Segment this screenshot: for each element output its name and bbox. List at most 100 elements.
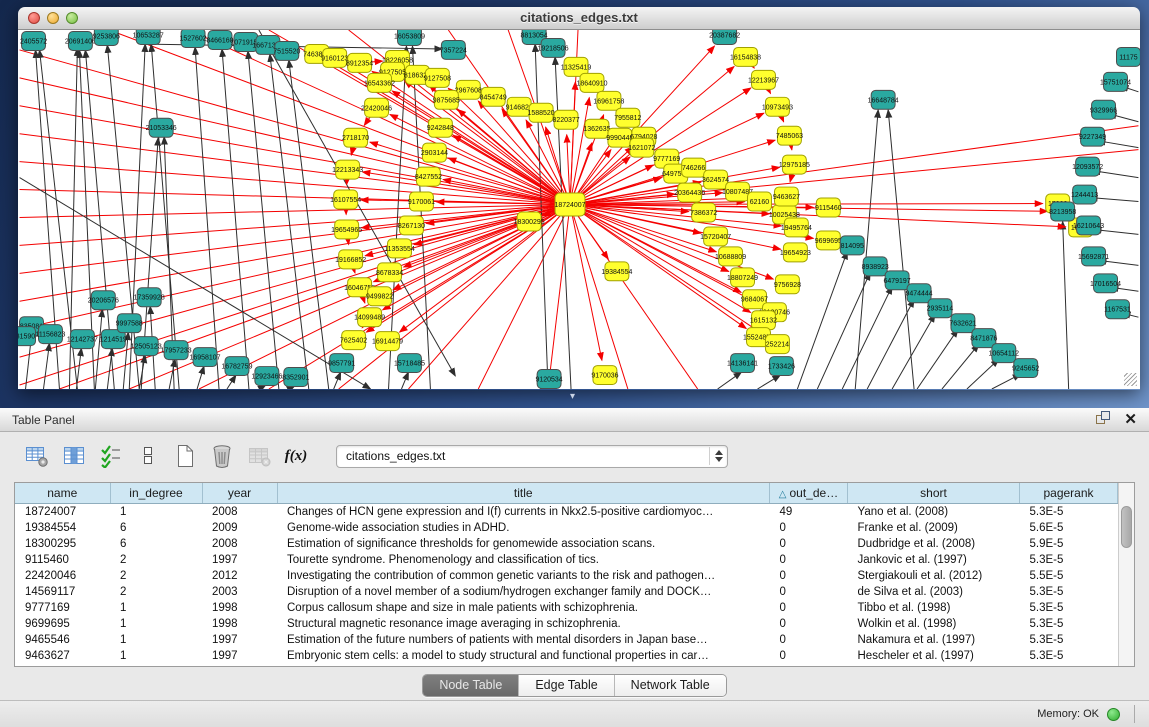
cell-year[interactable]: 2003 (202, 584, 277, 600)
network-node[interactable]: 10973493 (762, 97, 793, 116)
network-node[interactable]: 17016504 (1090, 274, 1121, 293)
network-edge[interactable] (20, 162, 570, 205)
cell-in_degree[interactable]: 1 (110, 503, 202, 520)
network-edge[interactable] (76, 348, 81, 389)
cell-in_degree[interactable]: 1 (110, 616, 202, 632)
cell-in_degree[interactable]: 1 (110, 600, 202, 616)
network-edge[interactable] (227, 375, 236, 389)
network-edge[interactable] (942, 344, 979, 389)
network-node[interactable]: 9253806 (93, 30, 120, 45)
network-edge[interactable] (20, 134, 570, 205)
network-node[interactable]: 9756928 (774, 275, 801, 294)
network-node[interactable]: 9127508 (424, 68, 451, 87)
cell-out_degree[interactable]: 0 (770, 536, 848, 552)
cell-in_degree[interactable]: 2 (110, 584, 202, 600)
network-node[interactable]: 7632621 (949, 314, 976, 333)
network-node[interactable]: 7955812 (614, 108, 641, 127)
network-node[interactable]: 20206576 (88, 291, 119, 310)
cell-title[interactable]: Changes of HCN gene expression and I(f) … (277, 503, 770, 520)
cell-pagerank[interactable]: 5.6E-5 (1020, 520, 1118, 536)
network-edge[interactable] (222, 49, 249, 389)
cell-name[interactable]: 9465546 (15, 632, 110, 648)
network-node[interactable]: 8912354 (346, 53, 373, 72)
network-node[interactable]: 12093572 (1072, 157, 1103, 176)
network-node[interactable]: 21053346 (146, 118, 177, 137)
network-node[interactable]: 1244413 (1071, 185, 1098, 204)
network-edge[interactable] (967, 359, 999, 389)
cell-in_degree[interactable]: 2 (110, 568, 202, 584)
column-header-in_degree[interactable]: in_degree (110, 483, 202, 503)
network-node[interactable]: 18640910 (576, 73, 607, 92)
network-edge[interactable] (867, 299, 914, 389)
network-edge[interactable] (195, 47, 219, 389)
cell-out_degree[interactable]: 0 (770, 568, 848, 584)
cell-name[interactable]: 14569117 (15, 584, 110, 600)
network-node[interactable]: 18724007 (555, 193, 586, 216)
cell-name[interactable]: 9463627 (15, 648, 110, 664)
float-panel-icon[interactable] (1094, 409, 1110, 430)
network-node[interactable]: 1362635 (583, 119, 610, 138)
network-node[interactable]: 19654923 (780, 243, 811, 262)
network-node[interactable]: 62160 (748, 192, 772, 211)
network-edge[interactable] (334, 372, 341, 389)
network-node[interactable]: 18300295 (514, 212, 545, 231)
network-node[interactable]: 8938923 (862, 257, 889, 276)
network-node[interactable]: 19384554 (601, 262, 632, 281)
column-header-year[interactable]: year (202, 483, 277, 503)
close-panel-icon[interactable]: ✕ (1124, 412, 1137, 427)
network-node[interactable]: 16210643 (1073, 216, 1104, 235)
network-node[interactable]: 17359928 (134, 288, 165, 307)
column-header-name[interactable]: name (15, 483, 110, 503)
rows-icon[interactable] (135, 443, 161, 469)
network-edge[interactable] (842, 286, 892, 389)
network-node[interactable]: 1527602 (180, 30, 207, 47)
network-node[interactable]: 16961758 (593, 91, 624, 110)
network-edge[interactable] (917, 329, 958, 389)
cell-out_degree[interactable]: 0 (770, 520, 848, 536)
cell-year[interactable]: 2009 (202, 520, 277, 536)
cell-short[interactable]: Yano et al. (2008) (848, 503, 1020, 520)
tab-node-table[interactable]: Node Table (423, 675, 518, 696)
cell-name[interactable]: 22420046 (15, 568, 110, 584)
network-node[interactable]: 15751074 (1100, 72, 1131, 91)
network-canvas[interactable]: 1872400774638229160123891235418226058912… (18, 30, 1140, 389)
cell-name[interactable]: 9699695 (15, 616, 110, 632)
cell-year[interactable]: 2008 (202, 536, 277, 552)
network-node[interactable]: 16958107 (190, 348, 221, 367)
cell-out_degree[interactable]: 0 (770, 648, 848, 664)
network-node[interactable]: 11175 (1117, 47, 1140, 66)
network-edge[interactable] (107, 348, 112, 389)
network-node[interactable]: 331590 (18, 327, 36, 346)
cell-short[interactable]: Nakamura et al. (1997) (848, 632, 1020, 648)
network-node[interactable]: 12505123 (131, 337, 162, 356)
network-node[interactable]: 2405572 (20, 31, 47, 50)
network-node[interactable]: 11156823 (35, 325, 65, 344)
network-node[interactable]: 9170061 (408, 192, 435, 211)
network-node[interactable]: 1588520 (528, 103, 555, 122)
network-node[interactable]: 7357224 (440, 40, 467, 59)
network-node[interactable]: 9115460 (815, 198, 842, 217)
network-node[interactable]: 9245652 (1012, 359, 1039, 378)
cell-out_degree[interactable]: 0 (770, 616, 848, 632)
cell-name[interactable]: 19384554 (15, 520, 110, 536)
cell-out_degree[interactable]: 0 (770, 632, 848, 648)
network-edge[interactable] (248, 51, 279, 389)
cell-out_degree[interactable]: 49 (770, 503, 848, 520)
network-node[interactable]: 14099489 (354, 308, 385, 327)
network-node[interactable]: 19166852 (335, 250, 366, 269)
network-node[interactable]: 16053809 (394, 30, 425, 45)
network-edge[interactable] (555, 57, 571, 389)
cell-pagerank[interactable]: 5.5E-5 (1020, 568, 1118, 584)
network-node[interactable]: 9699695 (815, 231, 842, 250)
cell-year[interactable]: 1998 (202, 600, 277, 616)
table-selector-dropdown[interactable]: citations_edges.txt (336, 445, 728, 468)
network-node[interactable]: 15692871 (1078, 247, 1109, 266)
network-node[interactable]: 252214 (765, 335, 789, 354)
cell-in_degree[interactable]: 6 (110, 520, 202, 536)
network-node[interactable]: 12923466 (251, 367, 282, 386)
cell-short[interactable]: Jankovic et al. (1997) (848, 552, 1020, 568)
column-header-out_degree[interactable]: △out_de… (770, 483, 848, 503)
network-node[interactable]: 7485063 (776, 126, 803, 145)
network-node[interactable]: 1621072 (628, 138, 655, 157)
cell-name[interactable]: 18724007 (15, 503, 110, 520)
